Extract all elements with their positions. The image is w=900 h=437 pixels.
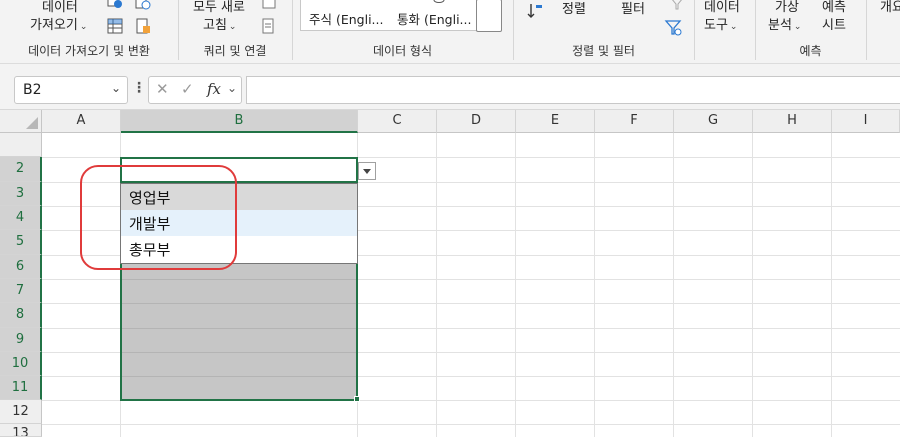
ribbon-separator (866, 0, 867, 60)
fill-handle[interactable] (354, 396, 360, 402)
filter-button[interactable]: 필터 (621, 0, 645, 17)
recent-sources-icon[interactable] (134, 0, 152, 12)
from-table-icon[interactable] (106, 17, 124, 35)
chevron-down-icon: ⌄ (79, 22, 88, 32)
existing-connections-icon[interactable] (134, 17, 152, 35)
gridline (831, 133, 832, 437)
column-header-g[interactable]: G (674, 110, 753, 133)
row-header-8[interactable]: 8 (0, 303, 42, 328)
properties-icon[interactable] (260, 17, 278, 35)
formula-buttons: ✕ ✓ fx ⌄ (148, 76, 242, 104)
gridline (42, 424, 900, 425)
queries-connections-icon[interactable] (260, 0, 278, 12)
from-web-icon[interactable] (106, 0, 124, 12)
ribbon-separator (694, 0, 695, 60)
outline-button[interactable]: 개요 (880, 0, 900, 15)
name-box[interactable]: B2 ⌄ (14, 76, 128, 104)
data-tools-button[interactable]: 도구 ⌄ (704, 14, 737, 33)
chevron-down-icon: ⌄ (228, 22, 237, 32)
column-header-a[interactable]: A (42, 110, 121, 133)
stocks-icon (328, 0, 346, 8)
currencies-icon (433, 0, 445, 3)
row-header-6[interactable]: 6 (0, 255, 42, 279)
what-if-analysis-button[interactable]: 분석 ⌄ (768, 14, 801, 33)
currencies-data-type[interactable]: 통화 (Engli... (397, 9, 471, 28)
name-box-value: B2 (23, 82, 42, 98)
group-label-get-transform: 데이터 가져오기 및 변환 (28, 44, 150, 58)
column-header-d[interactable]: D (437, 110, 516, 133)
stocks-data-type[interactable]: 주식 (Engli... (309, 9, 383, 28)
group-label-data-types: 데이터 형식 (372, 44, 432, 58)
chevron-down-icon: ⌄ (729, 22, 738, 32)
ribbon: 데이터 가져오기 ⌄ 모두 새로 고침 ⌄ 주식 (Engli... 통화 (Eng… (0, 0, 900, 64)
data-tools-label: 도구 (704, 18, 728, 33)
more-options-icon[interactable]: ⋮ (132, 80, 146, 96)
row-header-4[interactable]: 4 (0, 206, 42, 230)
group-label-sort-filter: 정렬 및 필터 (572, 44, 635, 58)
refresh-all-line1[interactable]: 모두 새로 (193, 0, 245, 15)
gallery-expand-button[interactable] (476, 0, 502, 32)
refresh-all-label: 고침 (203, 18, 227, 33)
gridline (515, 133, 516, 437)
row-header-3[interactable]: 3 (0, 182, 42, 206)
formula-input[interactable] (246, 76, 900, 104)
clear-filter-icon[interactable] (668, 0, 686, 12)
gridline (594, 133, 595, 437)
refresh-all-button[interactable]: 고침 ⌄ (203, 14, 236, 33)
chevron-down-icon: ⌄ (793, 22, 802, 32)
what-if-line1[interactable]: 가상 (775, 0, 799, 15)
forecast-sheet-line1[interactable]: 예측 (822, 0, 846, 15)
column-header-e[interactable]: E (516, 110, 595, 133)
gridline (752, 133, 753, 437)
highlight-annotation (80, 165, 237, 270)
row-header-10[interactable]: 10 (0, 352, 42, 376)
insert-function-icon[interactable]: fx (207, 80, 221, 98)
gridline (436, 133, 437, 437)
forecast-sheet-button[interactable]: 시트 (822, 14, 846, 33)
row-header-1[interactable] (0, 133, 42, 157)
gridline (673, 133, 674, 437)
group-label-forecast: 예측 (799, 44, 822, 58)
select-all-button[interactable] (0, 110, 42, 133)
select-all-triangle-icon (26, 117, 38, 129)
row-header-9[interactable]: 9 (0, 328, 42, 352)
get-data-button-line1[interactable]: 데이터 (42, 0, 78, 15)
column-header-f[interactable]: F (595, 110, 674, 133)
column-header-i[interactable]: I (832, 110, 900, 133)
row-header-12[interactable]: 12 (0, 400, 42, 424)
row-header-5[interactable]: 5 (0, 230, 42, 255)
get-data-label: 가져오기 (30, 18, 78, 33)
cancel-icon[interactable]: ✕ (156, 80, 169, 98)
group-label-queries: 쿼리 및 연결 (203, 44, 267, 58)
row-header-7[interactable]: 7 (0, 279, 42, 303)
row-header-13[interactable]: 13 (0, 424, 42, 437)
validation-dropdown-button[interactable] (358, 162, 376, 180)
dropdown-arrow-icon (363, 169, 371, 174)
row-header-11[interactable]: 11 (0, 376, 42, 400)
data-tools-line1[interactable]: 데이터 (704, 0, 740, 15)
sort-button[interactable]: 정렬 (562, 0, 586, 17)
sort-az-icon[interactable] (526, 2, 544, 20)
get-data-button[interactable]: 가져오기 ⌄ (30, 14, 87, 33)
row-header-2[interactable]: 2 (0, 157, 42, 182)
chevron-down-icon[interactable]: ⌄ (111, 81, 121, 95)
chevron-down-icon[interactable]: ⌄ (227, 81, 237, 95)
worksheet-grid: A B C D E F G H I 2 3 4 5 6 7 8 9 10 11 … (0, 110, 900, 437)
column-header-b[interactable]: B (121, 110, 358, 133)
column-header-h[interactable]: H (753, 110, 832, 133)
what-if-label: 분석 (768, 18, 792, 33)
column-header-c[interactable]: C (358, 110, 437, 133)
advanced-filter-icon[interactable] (664, 18, 682, 36)
formula-bar: B2 ⌄ ⋮ ✕ ✓ fx ⌄ (0, 64, 900, 110)
enter-icon[interactable]: ✓ (181, 80, 194, 98)
